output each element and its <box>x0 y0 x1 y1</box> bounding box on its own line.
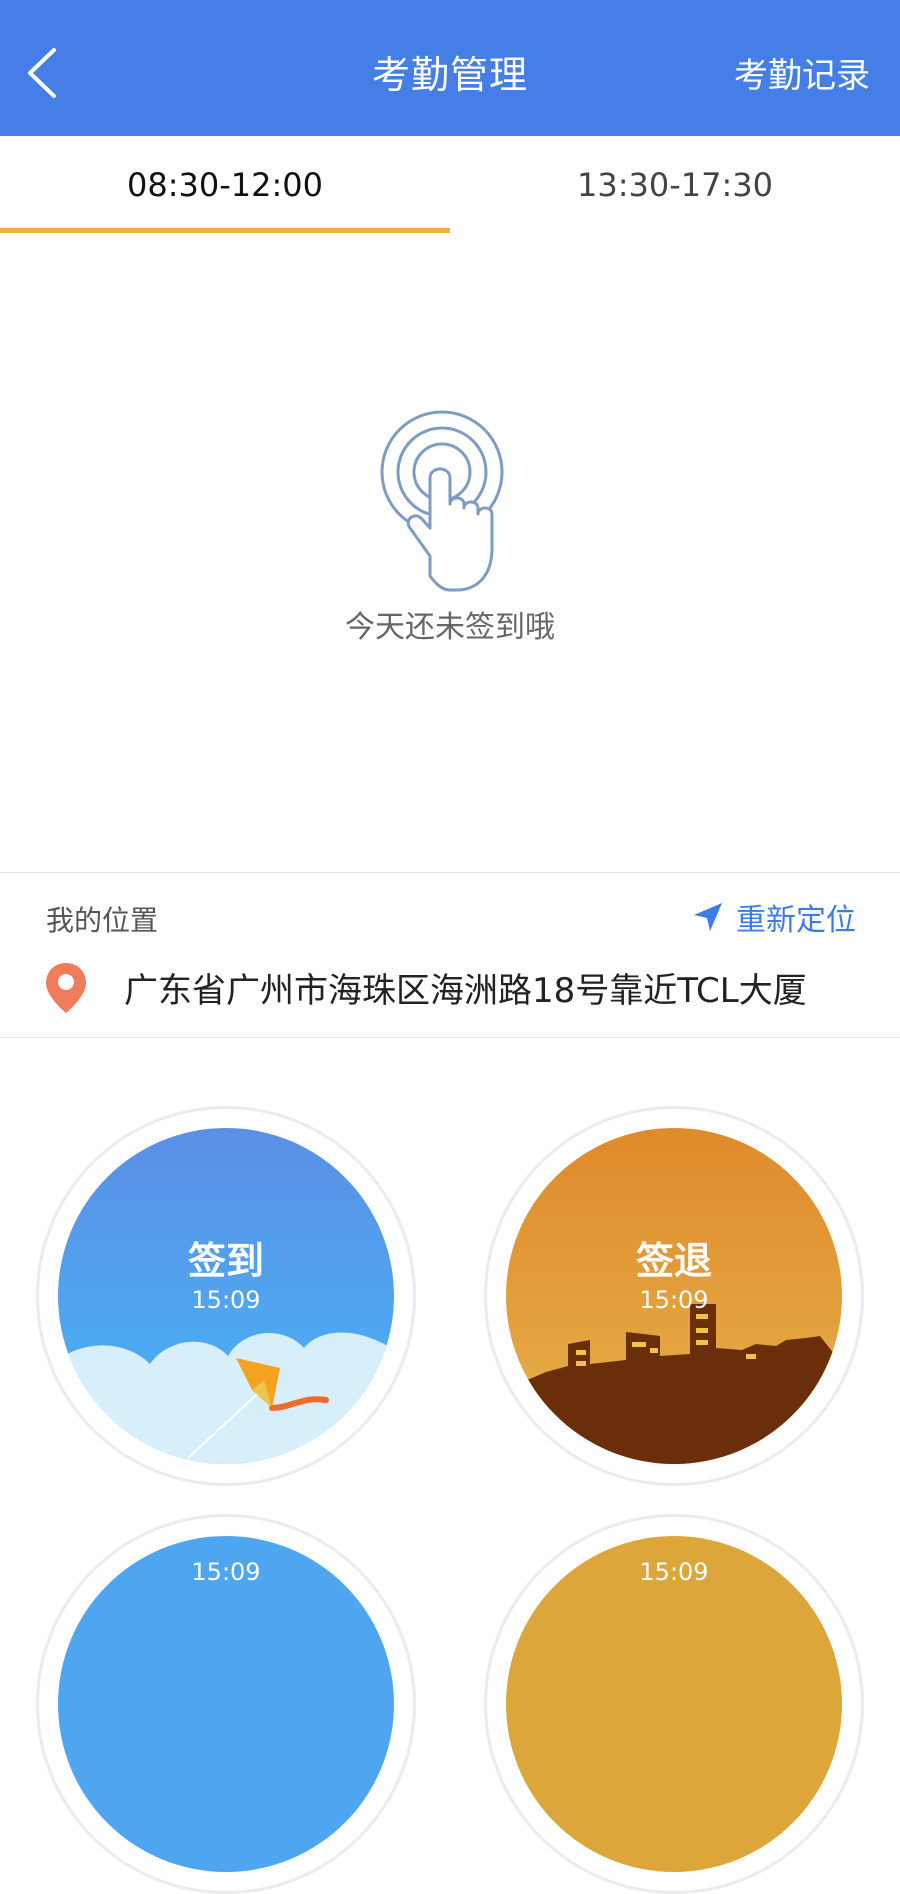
sign-out-label: 签退 <box>635 1239 712 1283</box>
sign-in-circle: 签到 15:09 <box>58 1128 394 1464</box>
partial-left-circle: 15:09 <box>58 1536 394 1872</box>
time-slot-tabs: 08:30-12:00 13:30-17:30 <box>0 136 900 234</box>
sign-in-time: 15:09 <box>191 1286 261 1314</box>
location-pin-icon <box>46 963 86 1013</box>
punch-button-partial-left[interactable]: 15:09 <box>36 1514 416 1894</box>
punch-button-partial-right[interactable]: 15:09 <box>484 1514 864 1894</box>
sign-out-time: 15:09 <box>639 1286 709 1314</box>
location-section: 我的位置 重新定位 广东省广州市海珠区海洲路18号靠近TCL大厦 <box>0 872 900 1038</box>
sign-out-circle: 签退 15:09 <box>506 1128 842 1464</box>
tab-morning[interactable]: 08:30-12:00 <box>0 136 450 234</box>
relocate-button[interactable]: 重新定位 <box>692 895 856 939</box>
current-address: 广东省广州市海珠区海洲路18号靠近TCL大厦 <box>124 971 807 1011</box>
tab-afternoon[interactable]: 13:30-17:30 <box>450 136 900 234</box>
sign-out-button[interactable]: 签退 15:09 <box>484 1106 864 1486</box>
partial-left-time: 15:09 <box>191 1558 261 1586</box>
navigation-arrow-icon <box>694 903 722 931</box>
tab-indicator <box>0 228 450 233</box>
relocate-label: 重新定位 <box>736 903 856 938</box>
attendance-record-link[interactable]: 考勤记录 <box>734 48 870 97</box>
sign-in-button[interactable]: 签到 15:09 <box>36 1106 416 1486</box>
sign-in-label: 签到 <box>187 1239 264 1283</box>
tap-finger-icon <box>380 410 504 592</box>
partial-right-circle: 15:09 <box>506 1536 842 1872</box>
partial-right-time: 15:09 <box>639 1558 709 1586</box>
app-header: 考勤管理 考勤记录 <box>0 0 900 136</box>
not-signed-in-message: 今天还未签到哦 <box>345 610 555 645</box>
location-label: 我的位置 <box>46 904 159 937</box>
